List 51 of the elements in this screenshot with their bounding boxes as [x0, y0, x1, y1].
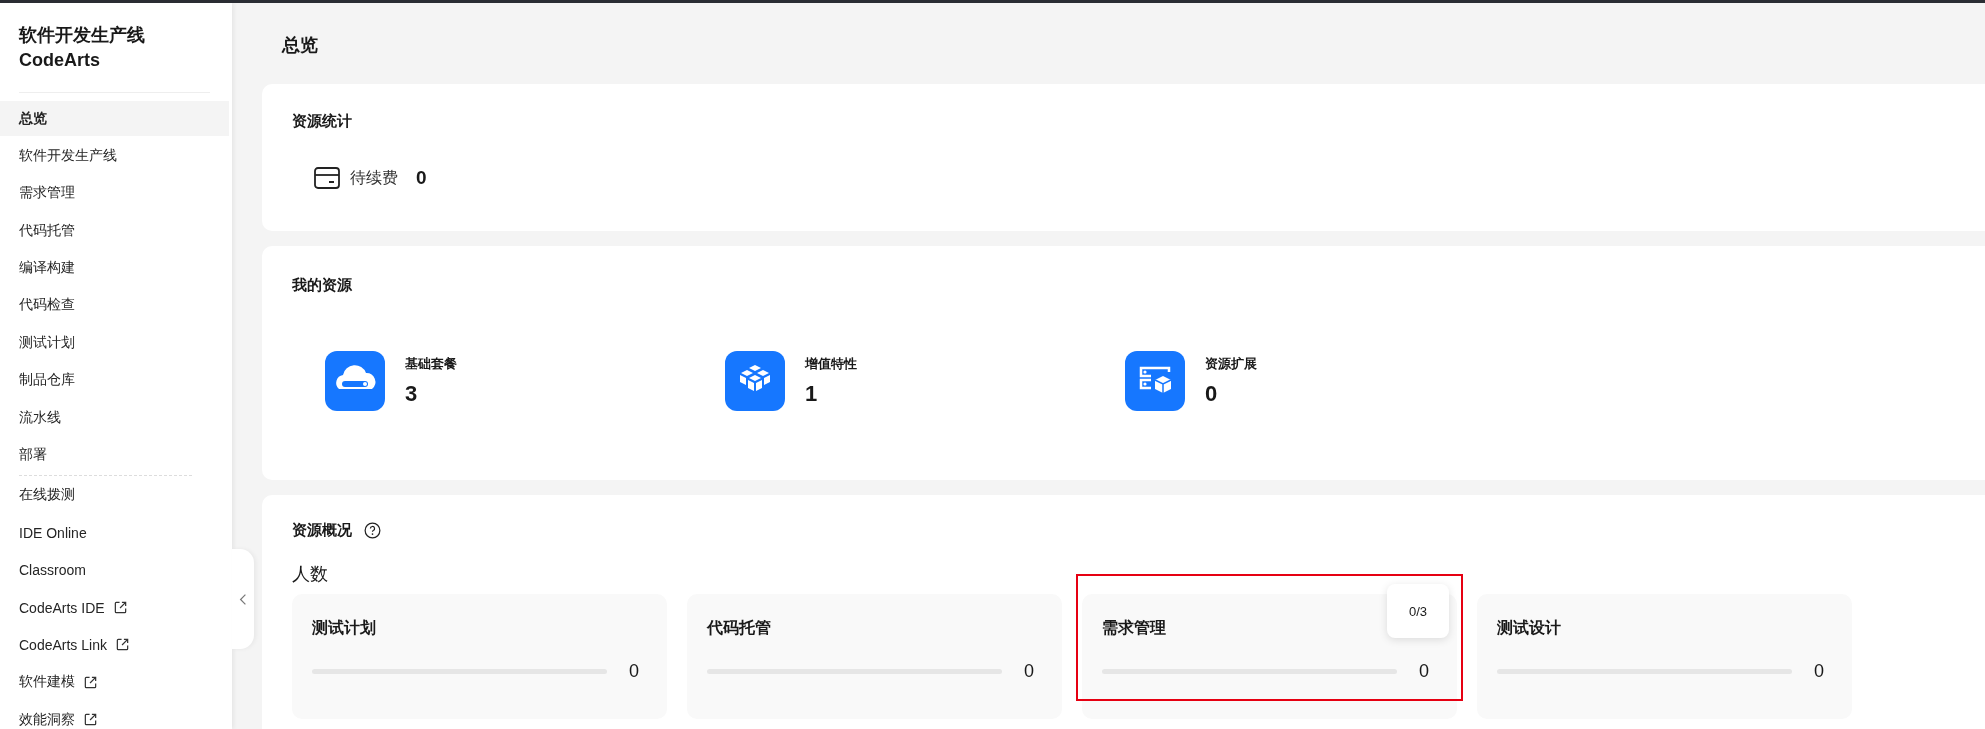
card-title: 资源概况 — [292, 521, 352, 540]
sidebar-title: 软件开发生产线 — [19, 24, 146, 47]
server-cube-icon — [1125, 351, 1185, 411]
sidebar-subtitle: CodeArts — [19, 49, 101, 72]
sidebar-item[interactable]: 代码托管 — [0, 213, 232, 249]
external-link-icon — [112, 600, 128, 616]
help-icon[interactable] — [364, 522, 381, 539]
usage-title: 测试设计 — [1497, 618, 1562, 638]
usage-title: 测试计划 — [312, 618, 377, 638]
resource-label: 资源扩展 — [1205, 355, 1257, 373]
usage-count: 0 — [1814, 661, 1825, 682]
resource-count: 1 — [805, 381, 819, 407]
sidebar-item[interactable]: 软件建模 — [0, 664, 232, 700]
cloud-icon — [325, 351, 385, 411]
card-title: 资源统计 — [292, 112, 353, 131]
resource-label: 增值特性 — [805, 355, 857, 373]
sidebar-item[interactable]: CodeArts IDE — [0, 590, 232, 626]
sidebar-item[interactable]: 测试计划 — [0, 325, 232, 361]
page-title: 总览 — [280, 34, 319, 57]
cubes-icon — [725, 351, 785, 411]
sidebar-item[interactable]: 效能洞察 — [0, 702, 232, 729]
usage-title: 代码托管 — [707, 618, 772, 638]
external-link-icon — [83, 674, 98, 690]
usage-count: 0 — [1024, 661, 1035, 682]
sidebar-item[interactable]: 编译构建 — [0, 250, 232, 286]
sidebar-item[interactable]: 流水线 — [0, 400, 232, 436]
external-link-icon — [83, 712, 98, 728]
sidebar-item[interactable]: Classroom — [0, 552, 232, 588]
stat-value: 0 — [416, 167, 427, 189]
sidebar-item[interactable]: CodeArts Link — [0, 627, 232, 663]
sidebar-item[interactable]: 部署 — [0, 437, 232, 473]
external-link-icon — [114, 637, 130, 653]
card-title: 我的资源 — [292, 276, 353, 295]
resource-label: 基础套餐 — [405, 355, 457, 373]
resource-count: 3 — [405, 381, 419, 407]
sidebar-item[interactable]: 软件开发生产线 — [0, 138, 232, 174]
sidebar-item[interactable]: 在线拨测 — [0, 477, 232, 513]
sidebar-item[interactable]: 制品仓库 — [0, 362, 232, 398]
resource-count: 0 — [1205, 381, 1219, 407]
sidebar-item[interactable]: 需求管理 — [0, 175, 232, 211]
stat-label: 待续费 — [350, 167, 398, 188]
sidebar-item[interactable]: IDE Online — [0, 515, 232, 551]
usage-count: 0 — [1419, 661, 1430, 682]
section-subtitle: 人数 — [292, 563, 329, 586]
usage-count: 0 — [629, 661, 640, 682]
card-icon — [314, 167, 340, 189]
sidebar-item[interactable]: 总览 — [0, 101, 229, 136]
tooltip: 0/3 — [1387, 584, 1449, 638]
usage-title: 需求管理 — [1102, 618, 1167, 638]
collapse-handle[interactable] — [232, 549, 254, 649]
sidebar-item[interactable]: 代码检查 — [0, 287, 232, 323]
